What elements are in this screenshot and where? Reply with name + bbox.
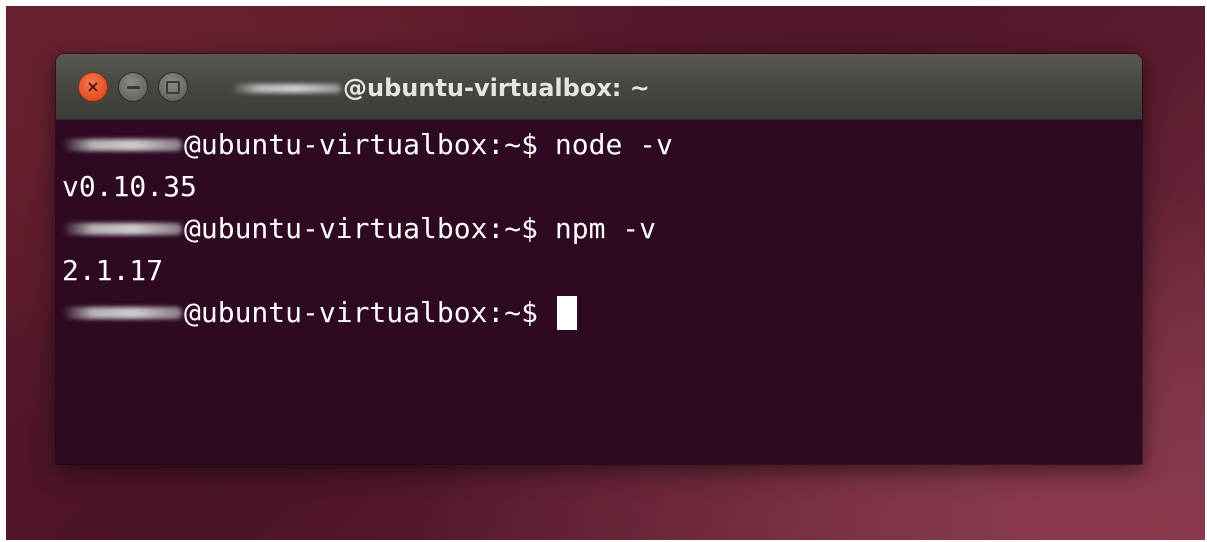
- prompt: @ubuntu-virtualbox:~$: [184, 128, 555, 161]
- window-title: @ubuntu-virtualbox: ~: [231, 73, 650, 103]
- terminal-line: v0.10.35: [62, 166, 1142, 208]
- minimize-icon: [126, 85, 140, 89]
- prompt: @ubuntu-virtualbox:~$: [184, 296, 555, 329]
- maximize-icon: [166, 80, 180, 94]
- command-output: v0.10.35: [62, 170, 197, 203]
- window-title-text: @ubuntu-virtualbox: ~: [343, 74, 650, 102]
- desktop-background: × @ubuntu-virtualbox: ~ @ubuntu-virtualb…: [6, 6, 1205, 540]
- close-icon: ×: [86, 77, 100, 96]
- terminal-output[interactable]: @ubuntu-virtualbox:~$ node -v v0.10.35 @…: [56, 120, 1142, 464]
- command-text: node -v: [554, 128, 673, 161]
- redacted-username: [62, 307, 182, 319]
- terminal-line: @ubuntu-virtualbox:~$ node -v: [62, 124, 1142, 166]
- text-cursor: [556, 296, 577, 330]
- title-bar[interactable]: × @ubuntu-virtualbox: ~: [56, 54, 1142, 120]
- terminal-line: @ubuntu-virtualbox:~$ npm -v: [62, 208, 1142, 250]
- redacted-username: [62, 139, 182, 151]
- terminal-window[interactable]: × @ubuntu-virtualbox: ~ @ubuntu-virtualb…: [56, 54, 1142, 464]
- terminal-input-line[interactable]: @ubuntu-virtualbox:~$: [62, 292, 1142, 334]
- maximize-button[interactable]: [158, 72, 188, 102]
- redacted-username: [231, 83, 341, 93]
- command-output: 2.1.17: [62, 254, 164, 287]
- close-button[interactable]: ×: [78, 72, 108, 102]
- terminal-line: 2.1.17: [62, 250, 1142, 292]
- minimize-button[interactable]: [118, 72, 148, 102]
- command-text: npm -v: [554, 212, 657, 245]
- prompt: @ubuntu-virtualbox:~$: [184, 212, 555, 245]
- redacted-username: [62, 223, 182, 235]
